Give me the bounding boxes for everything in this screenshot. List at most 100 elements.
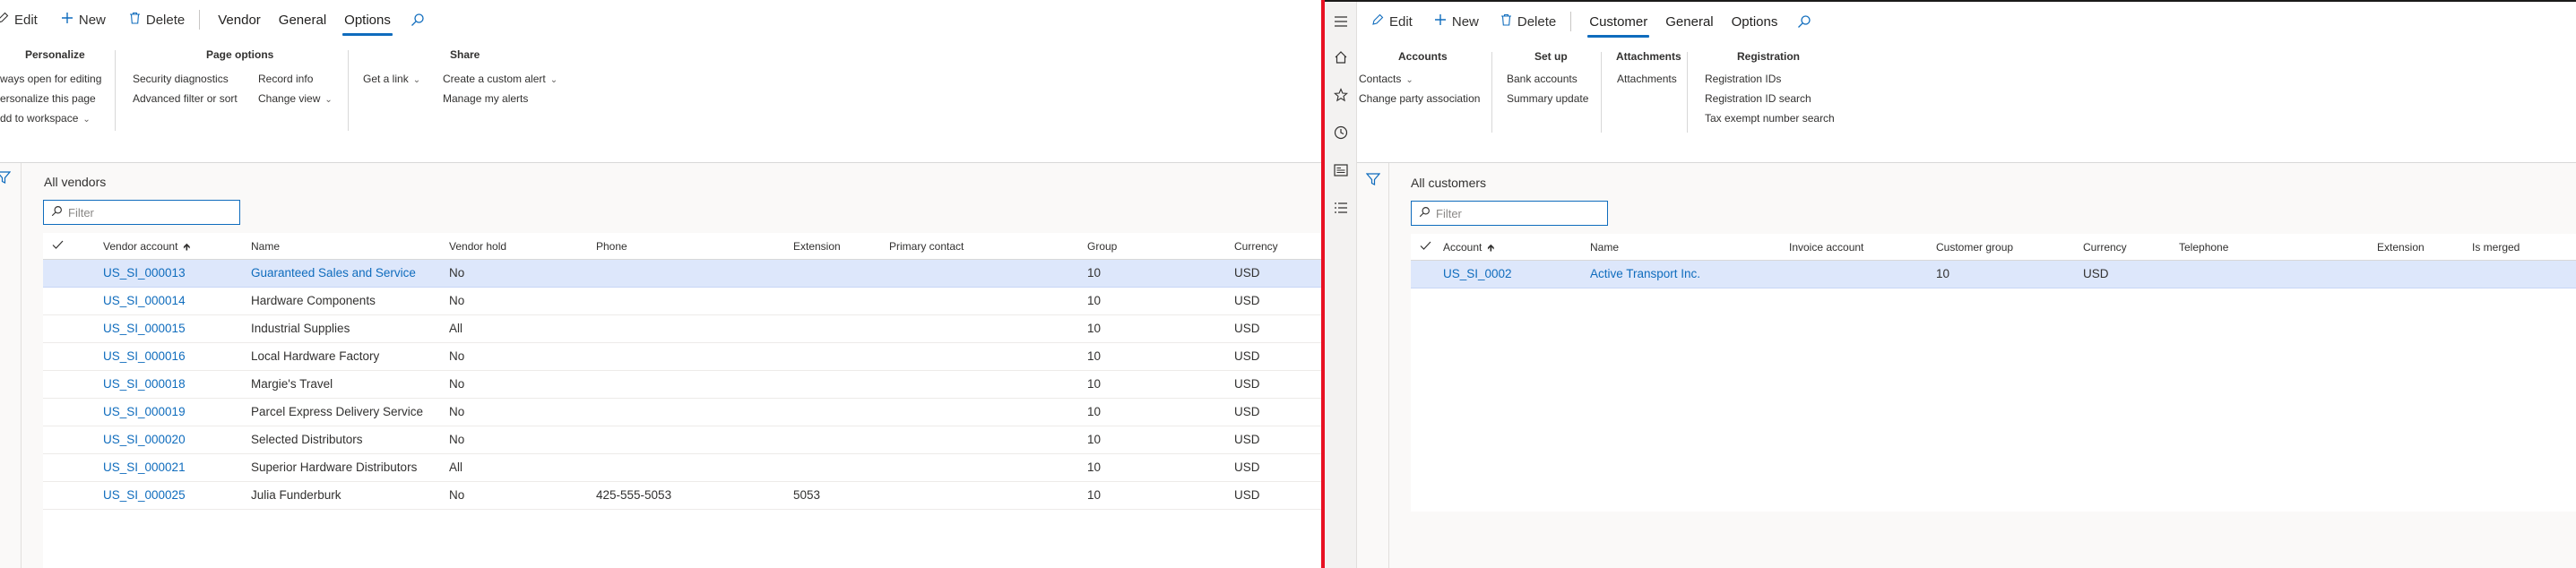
customer-name-cell[interactable]: Active Transport Inc. bbox=[1590, 261, 1778, 288]
new-button[interactable]: New bbox=[56, 0, 111, 39]
customer-account-cell[interactable]: US_SI_0002 bbox=[1443, 261, 1578, 288]
column-header-name[interactable]: Name bbox=[1590, 234, 1619, 261]
vendor-account-cell[interactable]: US_SI_000021 bbox=[103, 454, 238, 481]
search-icon[interactable] bbox=[1786, 2, 1822, 41]
tab-customer[interactable]: Customer bbox=[1580, 2, 1656, 41]
vendor-name-cell[interactable]: Industrial Supplies bbox=[251, 315, 439, 342]
edit-button[interactable]: Edit bbox=[1366, 2, 1418, 41]
edit-button[interactable]: Edit bbox=[0, 0, 43, 39]
checkmark-icon[interactable] bbox=[1420, 234, 1431, 261]
get-a-link[interactable]: Get a link ⌄ bbox=[363, 73, 420, 85]
vendor-account-cell[interactable]: US_SI_000019 bbox=[103, 399, 238, 426]
clock-icon[interactable] bbox=[1325, 115, 1357, 151]
advanced-filter-or-sort[interactable]: Advanced filter or sort bbox=[133, 92, 238, 105]
tax-exempt-number-search[interactable]: Tax exempt number search bbox=[1705, 112, 1835, 125]
delete-button[interactable]: Delete bbox=[124, 0, 190, 39]
attachments[interactable]: Attachments bbox=[1617, 73, 1677, 85]
column-header-name[interactable]: Name bbox=[251, 233, 280, 260]
filter-icon[interactable] bbox=[0, 170, 12, 187]
vendor-account-cell[interactable]: US_SI_000020 bbox=[103, 426, 238, 453]
vendor-account-cell[interactable]: US_SI_000025 bbox=[103, 482, 238, 509]
primary-contact-cell bbox=[889, 371, 1068, 398]
record-info[interactable]: Record info bbox=[258, 73, 313, 85]
vendor-name-cell[interactable]: Local Hardware Factory bbox=[251, 343, 439, 370]
column-header-vendor-hold[interactable]: Vendor hold bbox=[449, 233, 506, 260]
vendor-account-cell[interactable]: US_SI_000016 bbox=[103, 343, 238, 370]
column-header-telephone[interactable]: Telephone bbox=[2179, 234, 2228, 261]
tab-general[interactable]: General bbox=[1656, 2, 1722, 41]
vendor-name-cell[interactable]: Hardware Components bbox=[251, 288, 439, 314]
table-row[interactable]: US_SI_000014 Hardware Components No 10 USD bbox=[43, 288, 1321, 315]
group-cell: 10 bbox=[1087, 405, 1102, 418]
column-header-account[interactable]: Account 🡹 bbox=[1443, 234, 1494, 261]
get-a-link-label: Get a link bbox=[363, 73, 409, 85]
phone-cell bbox=[596, 315, 775, 342]
column-header-primary-contact[interactable]: Primary contact bbox=[889, 233, 964, 260]
column-header-customer-group[interactable]: Customer group bbox=[1936, 234, 2013, 261]
column-header-extension[interactable]: Extension bbox=[793, 233, 841, 260]
column-header-currency[interactable]: Currency bbox=[2083, 234, 2127, 261]
vendor-name-cell[interactable]: Selected Distributors bbox=[251, 426, 439, 453]
column-header-vendor-account[interactable]: Vendor account 🡹 bbox=[103, 233, 190, 260]
add-to-workspace[interactable]: dd to workspace ⌄ bbox=[0, 112, 91, 125]
filter-icon[interactable] bbox=[1365, 172, 1381, 189]
list-icon[interactable] bbox=[1325, 190, 1357, 226]
edit-label: Edit bbox=[14, 12, 38, 28]
new-button[interactable]: New bbox=[1429, 2, 1484, 41]
tab-vendor[interactable]: Vendor bbox=[209, 0, 270, 39]
vendor-name-cell[interactable]: Julia Funderburk bbox=[251, 482, 439, 509]
manage-my-alerts[interactable]: Manage my alerts bbox=[443, 92, 528, 105]
tab-general[interactable]: General bbox=[270, 0, 335, 39]
tab-options[interactable]: Options bbox=[1723, 2, 1787, 41]
security-diagnostics[interactable]: Security diagnostics bbox=[133, 73, 229, 85]
search-icon[interactable] bbox=[400, 0, 436, 39]
table-row[interactable]: US_SI_000021 Superior Hardware Distributo… bbox=[43, 454, 1321, 482]
vendor-account-cell[interactable]: US_SI_000018 bbox=[103, 371, 238, 398]
always-open-for-editing[interactable]: ways open for editing bbox=[0, 73, 101, 85]
vendor-name-cell[interactable]: Superior Hardware Distributors bbox=[251, 454, 439, 481]
table-row[interactable]: US_SI_000025 Julia Funderburk No 425-555-50… bbox=[43, 482, 1321, 510]
table-row[interactable]: US_SI_000016 Local Hardware Factory No 10 US… bbox=[43, 343, 1321, 371]
registration-id-search[interactable]: Registration ID search bbox=[1705, 92, 1811, 105]
create-a-custom-alert[interactable]: Create a custom alert ⌄ bbox=[443, 73, 558, 85]
change-party-association[interactable]: Change party association bbox=[1359, 92, 1480, 105]
column-header-extension[interactable]: Extension bbox=[2377, 234, 2425, 261]
vendor-account-cell[interactable]: US_SI_000013 bbox=[103, 260, 238, 287]
table-row[interactable]: US_SI_000015 Industrial Supplies All 10 USD bbox=[43, 315, 1321, 343]
delete-button[interactable]: Delete bbox=[1495, 2, 1561, 41]
hamburger-icon[interactable] bbox=[1325, 4, 1357, 39]
personalize-this-page[interactable]: ersonalize this page bbox=[0, 92, 96, 105]
filter-input[interactable] bbox=[1436, 206, 1579, 220]
contacts[interactable]: Contacts ⌄ bbox=[1359, 73, 1413, 85]
vendor-account-cell[interactable]: US_SI_000014 bbox=[103, 288, 238, 314]
filter-field[interactable] bbox=[1411, 201, 1608, 226]
vendor-name-cell[interactable]: Parcel Express Delivery Service bbox=[251, 399, 439, 426]
table-row[interactable]: US_SI_000020 Selected Distributors No 10 USD bbox=[43, 426, 1321, 454]
vendor-account-cell[interactable]: US_SI_000015 bbox=[103, 315, 238, 342]
phone-cell bbox=[596, 454, 775, 481]
summary-update[interactable]: Summary update bbox=[1507, 92, 1588, 105]
checkmark-icon[interactable] bbox=[52, 233, 64, 260]
table-row[interactable]: US_SI_000018 Margie's Travel No 10 USD bbox=[43, 371, 1321, 399]
vendor-name-cell[interactable]: Guaranteed Sales and Service bbox=[251, 260, 439, 287]
column-header-phone[interactable]: Phone bbox=[596, 233, 627, 260]
column-header-invoice-account[interactable]: Invoice account bbox=[1789, 234, 1863, 261]
table-row[interactable]: US_SI_0002 Active Transport Inc. 10 USD bbox=[1411, 261, 2576, 288]
column-header-currency[interactable]: Currency bbox=[1234, 233, 1278, 260]
primary-contact-cell bbox=[889, 315, 1068, 342]
registration-ids[interactable]: Registration IDs bbox=[1705, 73, 1781, 85]
bank-accounts[interactable]: Bank accounts bbox=[1507, 73, 1578, 85]
column-header-is-merged[interactable]: Is merged bbox=[2472, 234, 2520, 261]
star-icon[interactable] bbox=[1325, 77, 1357, 113]
home-icon[interactable] bbox=[1325, 39, 1357, 75]
change-view[interactable]: Change view ⌄ bbox=[258, 92, 333, 105]
tab-options[interactable]: Options bbox=[335, 0, 400, 39]
table-row[interactable]: US_SI_000013 Guaranteed Sales and Service… bbox=[43, 260, 1321, 288]
filter-field[interactable] bbox=[43, 200, 240, 225]
table-row[interactable]: US_SI_000019 Parcel Express Delivery Serv… bbox=[43, 399, 1321, 426]
workspace-icon[interactable] bbox=[1325, 152, 1357, 188]
vendor-name-cell[interactable]: Margie's Travel bbox=[251, 371, 439, 398]
column-header-label: Account bbox=[1443, 241, 1482, 254]
filter-input[interactable] bbox=[68, 205, 212, 219]
column-header-group[interactable]: Group bbox=[1087, 233, 1117, 260]
